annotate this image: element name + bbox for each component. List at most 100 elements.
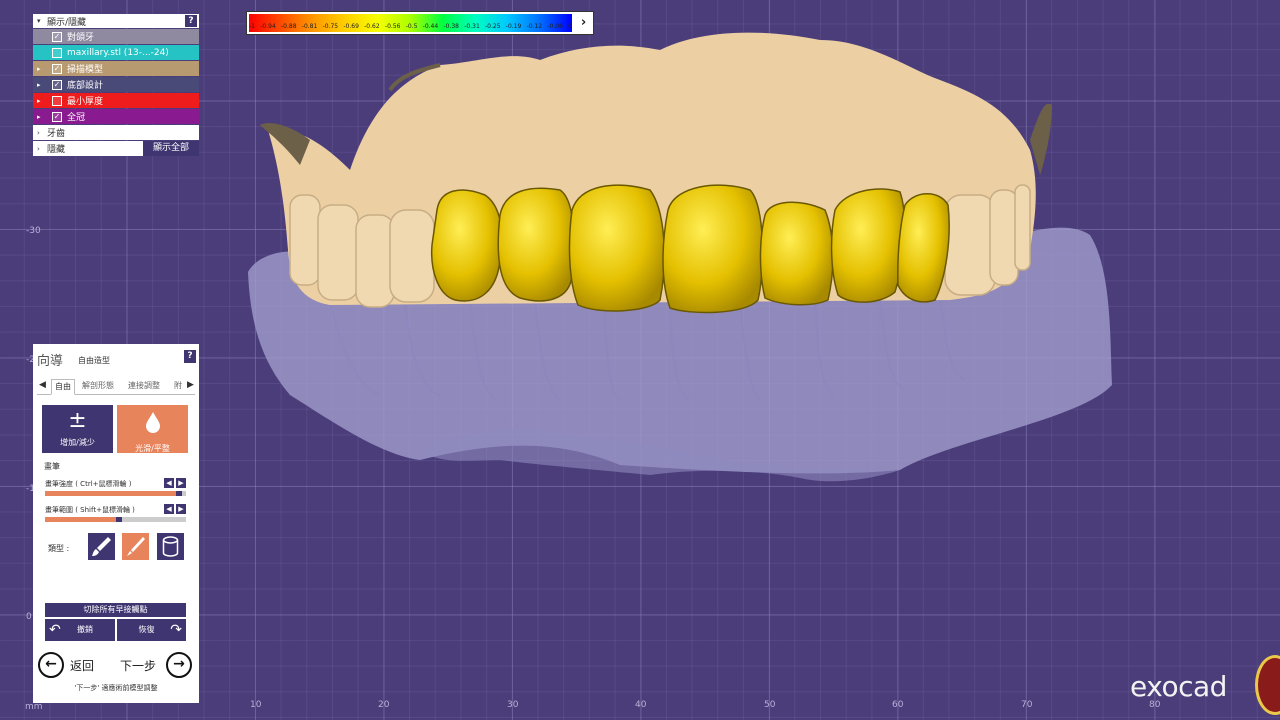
tool-label: 增加/減少 [60,438,95,447]
slider-fill [45,491,177,496]
colorbar-tick-label: -0.38 [443,23,459,30]
tab-connector[interactable]: 連接調整 [125,379,163,393]
exocad-logo: exocad [1130,670,1227,703]
wizard-footer-hint: '下一步' 適應術前模型調整 [74,684,158,692]
layer-label: 全冠 [67,113,86,123]
x-tick-label: 10 [250,700,262,710]
brush-active-icon[interactable] [122,533,149,560]
visibility-checkbox[interactable]: ✓ [52,63,62,74]
tab-anatomy[interactable]: 解剖形態 [79,379,117,393]
expand-icon[interactable]: ▸ [37,113,43,121]
tab-scroll-left-icon[interactable]: ◀ [39,380,46,390]
colorbar-tick-label: -0.81 [301,23,318,30]
chevron-right-icon[interactable]: › [37,145,43,153]
next-arrow-icon[interactable]: → [166,652,192,678]
crown-tooth[interactable] [897,193,950,303]
slider-fill [45,517,116,522]
slider-handle[interactable] [115,517,122,522]
decrease-icon[interactable]: ◀ [164,478,174,488]
range-label: 畫筆範圍 ( Shift+鼠標滑輪 ) [45,506,135,514]
redo-icon: ↷ [170,622,182,638]
increase-icon[interactable]: ▶ [176,504,186,514]
chevron-right-icon[interactable]: › [37,129,43,137]
droplet-icon [117,407,188,441]
cylinder-icon[interactable] [157,533,184,560]
show-all-button[interactable]: 顯示全部 [143,141,199,156]
layer-row-maxillary[interactable]: maxillary.stl (13-...-24) [33,45,199,60]
next-button[interactable]: 下一步 [120,657,156,674]
crown-tooth[interactable] [662,184,764,314]
visibility-checkbox[interactable]: ✓ [52,31,62,42]
visibility-checkbox[interactable]: ✓ [52,111,62,122]
colorbar-tick-label: -0.75 [322,23,339,30]
undo-button[interactable]: ↶ 撤銷 [45,619,115,641]
wizard-title: 向導 [37,354,64,369]
redo-label: 恢復 [138,625,155,634]
layer-panel: ▾ 顯示/隱藏 ? ✓ 對頜牙 maxillary.stl (13-...-24… [33,14,199,156]
tab-attach[interactable]: 附 [171,379,185,393]
decrease-icon[interactable]: ◀ [164,504,174,514]
tab-scroll-right-icon[interactable]: ▶ [187,380,194,390]
back-button[interactable]: 返回 [70,657,94,674]
crown-tooth[interactable] [497,187,575,302]
cut-all-contacts-button[interactable]: 切除所有早接觸點 [45,603,186,617]
layer-label: 掃描模型 [67,65,104,75]
chevron-down-icon[interactable]: ▾ [37,17,43,25]
colorbar-tick-label: 0 [568,23,572,30]
add-remove-button[interactable]: ± 增加/減少 [42,405,113,453]
plus-minus-icon: ± [68,408,87,433]
thickness-colorbar[interactable]: -1 -0.94 -0.88 -0.81 -0.75 -0.69 -0.62 -0.56 -0.… [246,11,594,35]
crown-tooth[interactable] [759,201,834,306]
layer-label: 最小厚度 [67,97,104,107]
back-arrow-icon[interactable]: ← [38,652,64,678]
layer-row-base-design[interactable]: ▸ ✓ 底部設計 [33,77,199,92]
brush-section-label: 畫筆 [44,462,60,471]
help-button[interactable]: ? [184,350,196,363]
expand-icon[interactable]: ▸ [37,81,43,89]
increase-icon[interactable]: ▶ [176,478,186,488]
group-label: 隱藏 [47,145,66,155]
chevron-right-icon[interactable]: › [574,12,593,34]
colorbar-tick-label: -0.06 [547,23,563,30]
layer-row-antagonist[interactable]: ✓ 對頜牙 [33,29,199,44]
help-button[interactable]: ? [185,15,197,27]
expand-icon[interactable]: ▸ [37,97,43,105]
colorbar-tick-label: -0.5 [405,23,418,30]
undo-label: 撤銷 [77,625,93,634]
crown-tooth[interactable] [830,188,906,303]
tab-free[interactable]: 自由 [51,379,75,395]
layer-group-hidden[interactable]: › 隱藏 顯示全部 [33,141,199,156]
wizard-tabs: ◀ 自由 解剖形態 連接調整 附 ▶ [37,378,195,395]
brush-icon[interactable] [88,533,115,560]
layer-row-scan-model[interactable]: ▸ ✓ 掃描模型 [33,61,199,76]
colorbar-tick-label: -0.44 [422,23,439,30]
ruler-unit: mm [25,702,43,712]
range-slider[interactable] [45,517,186,522]
x-tick-label: 40 [635,700,647,710]
visibility-checkbox[interactable]: ✓ [52,79,62,90]
smooth-flatten-button[interactable]: 光滑/平整 [117,405,188,453]
x-tick-label: 70 [1021,700,1033,710]
strength-slider[interactable] [45,491,186,496]
colorbar-tick-label: -0.19 [505,23,522,30]
colorbar-tick-label: -0.88 [281,23,297,30]
colorbar-tick-label: -0.12 [526,23,543,30]
crown-tooth[interactable] [568,184,666,312]
redo-button[interactable]: 恢復 ↷ [117,619,186,641]
visibility-checkbox[interactable] [52,95,62,106]
colorbar-tick-label: -0.31 [464,23,480,30]
layer-label: 底部設計 [67,81,104,91]
visibility-checkbox[interactable] [52,47,62,58]
layer-panel-header[interactable]: ▾ 顯示/隱藏 ? [33,14,199,28]
range-stepper: ◀ ▶ [164,504,186,514]
horizontal-ruler: 10 20 30 40 50 60 70 80 [0,700,1250,720]
crown-tooth[interactable] [430,189,503,302]
layer-row-full-crown[interactable]: ▸ ✓ 全冠 [33,109,199,124]
layer-row-min-thickness[interactable]: ▸ 最小厚度 [33,93,199,108]
layer-group-teeth[interactable]: › 牙齒 [33,125,199,140]
expand-icon[interactable]: ▸ [37,65,43,73]
slider-handle[interactable] [176,491,183,496]
layer-panel-title: 顯示/隱藏 [47,17,87,28]
colorbar-tick-label: -0.94 [260,23,276,30]
y-tick-label: -30 [26,226,41,236]
